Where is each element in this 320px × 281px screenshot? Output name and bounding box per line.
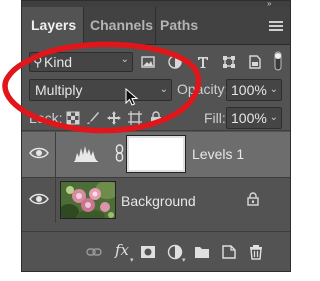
row-divider [55,132,56,177]
tab-layers[interactable]: Layers [22,7,83,46]
lock-transparent-pixels-icon[interactable] [66,111,80,125]
fill-value: 100% [231,110,267,126]
blend-row: Multiply ⌄ Opacity: 100% ⌄ [22,79,290,103]
mouse-cursor-icon [125,88,139,106]
search-icon: ⚲ [33,54,43,69]
filter-row: ⚲ Kind ⌄ [22,47,290,77]
opacity-value: 100% [231,82,267,98]
row-divider [55,178,56,223]
new-group-icon[interactable] [194,244,210,260]
visibility-eye-icon[interactable] [29,191,49,207]
chevron-down-icon[interactable]: ⌄ [270,80,278,100]
lock-artboard-icon[interactable] [128,111,142,125]
mask-link-icon[interactable] [115,144,124,162]
lock-row: Lock: Fill: 100% ⌄ [22,107,290,131]
visibility-eye-icon[interactable] [29,145,49,161]
lock-position-icon[interactable] [107,111,121,125]
flower-photo-thumbnail [61,182,115,218]
fx-menu-arrow-icon: ▾ [130,257,134,264]
panel-footer: fx ▾ ▾ [22,231,290,271]
tab-bar: Layers Channels Paths [22,7,290,46]
adjustment-layer-icon[interactable] [167,244,183,260]
chevron-down-icon: ⌄ [159,84,168,95]
blend-mode-select[interactable]: Multiply ⌄ [29,79,172,101]
chevron-down-icon[interactable]: ⌄ [270,108,278,128]
opacity-label: Opacity: [177,81,229,97]
filter-kind-select[interactable]: ⚲ Kind ⌄ [29,52,133,72]
filter-kind-label: Kind [44,54,73,70]
type-filter-icon[interactable] [196,55,210,69]
image-filter-icon[interactable] [141,55,155,69]
blend-mode-value: Multiply [35,82,83,98]
shape-filter-icon[interactable] [222,55,236,69]
levels-histogram-icon[interactable] [74,144,98,162]
layers-panel: » Layers Channels Paths ⚲ Kind ⌄ Multipl… [21,0,291,272]
filter-toggle-icon[interactable] [272,50,284,72]
link-layers-icon[interactable] [86,244,102,260]
fill-field[interactable]: 100% ⌄ [226,107,282,129]
trash-icon[interactable] [248,244,264,260]
adjustment-filter-icon[interactable] [168,55,182,69]
tab-paths[interactable]: Paths [155,7,213,45]
layer-name[interactable]: Levels 1 [192,146,244,162]
add-mask-icon[interactable] [140,244,156,260]
layer-lock-icon[interactable] [247,192,259,206]
opacity-field[interactable]: 100% ⌄ [226,79,282,101]
lock-label: Lock: [29,110,63,126]
background-thumbnail[interactable] [60,181,116,219]
fill-label: Fill: [204,110,226,126]
smart-object-filter-icon[interactable] [248,55,262,69]
new-layer-icon[interactable] [221,244,237,260]
tab-channels[interactable]: Channels [83,7,155,45]
lock-image-pixels-icon[interactable] [86,111,100,125]
chevron-down-icon: ⌄ [120,54,129,65]
layer-row-background[interactable]: Background [22,178,290,223]
adjustment-menu-arrow-icon: ▾ [182,257,186,264]
layer-name[interactable]: Background [121,193,196,209]
panel-menu-icon[interactable] [269,21,283,33]
fx-icon[interactable]: fx [115,241,129,259]
layer-row-levels-1[interactable]: Levels 1 [22,132,290,177]
layer-mask-thumbnail[interactable] [126,135,186,173]
lock-all-icon[interactable] [149,111,163,125]
